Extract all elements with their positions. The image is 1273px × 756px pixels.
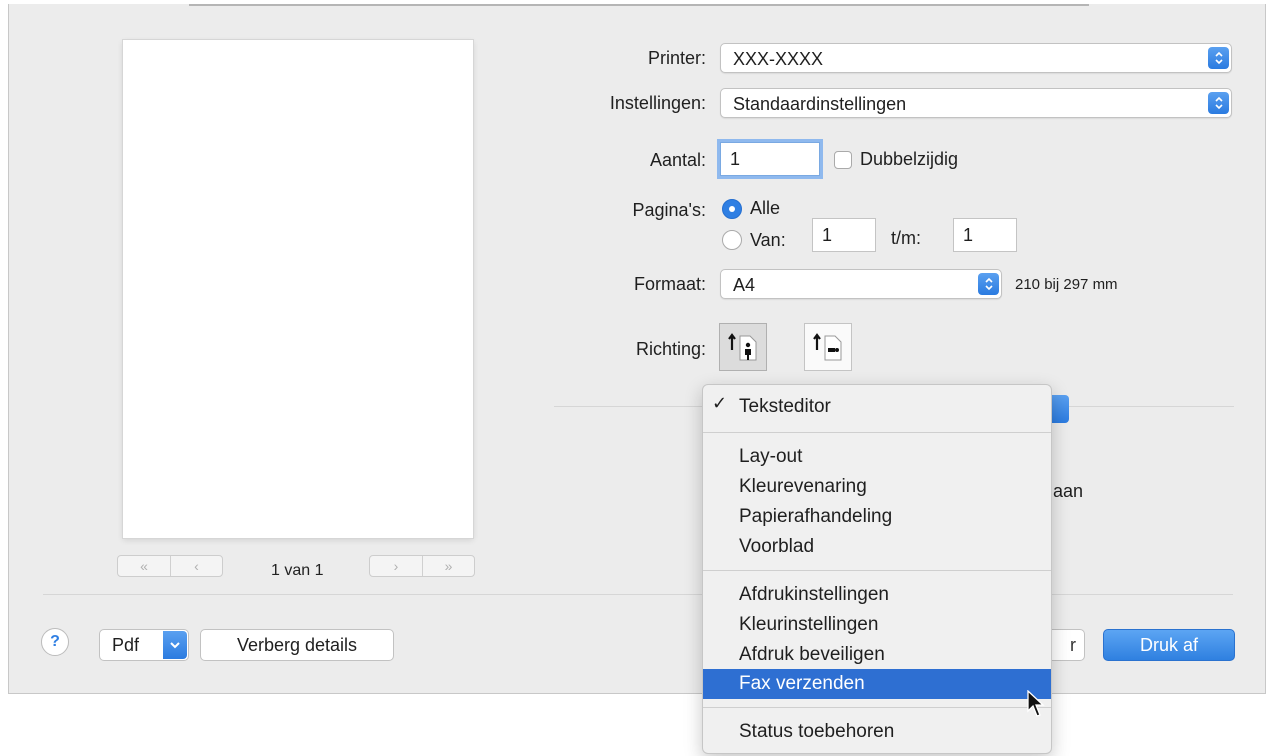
duplex-checkbox[interactable] <box>834 151 852 169</box>
app-section-popup-stepper[interactable] <box>1049 395 1069 423</box>
orientation-portrait-button[interactable] <box>719 323 767 371</box>
first-page-button[interactable]: « <box>118 556 170 576</box>
menu-item-fax-highlighted[interactable]: Fax verzenden <box>703 669 1051 699</box>
printer-label: Printer: <box>647 48 706 68</box>
menu-separator <box>703 432 1051 433</box>
printer-stepper-icon <box>1208 47 1229 69</box>
chevron-down-icon <box>163 631 187 659</box>
format-size: 210 bij 297 mm <box>1015 276 1118 293</box>
format-value: A4 <box>733 275 756 295</box>
landscape-icon <box>813 333 842 361</box>
pages-all-radio[interactable] <box>722 199 742 219</box>
previous-page-button[interactable]: ‹ <box>170 556 222 576</box>
next-page-button[interactable]: › <box>370 556 422 576</box>
duplex-label: Dubbelzijdig <box>860 149 959 169</box>
help-button[interactable]: ? <box>41 628 69 656</box>
window-top-edge <box>189 4 1089 6</box>
menu-item[interactable]: Afdrukinstellingen <box>703 580 1051 610</box>
menu-item[interactable]: Kleurevenaring <box>703 472 1051 502</box>
format-stepper-icon <box>978 273 999 295</box>
menu-separator <box>703 570 1051 571</box>
pages-to-label: t/m: <box>891 228 921 248</box>
preview-back-buttons: « ‹ <box>117 555 223 577</box>
mouse-pointer-icon <box>1027 690 1045 717</box>
presets-popup[interactable]: Standaardinstellingen <box>720 88 1232 118</box>
hide-details-button[interactable]: Verberg details <box>200 629 394 661</box>
pages-to-field[interactable] <box>953 218 1017 252</box>
menu-item[interactable]: Kleurinstellingen <box>703 610 1051 640</box>
presets-label: Instellingen: <box>609 93 706 113</box>
pdf-label: Pdf <box>112 634 140 655</box>
app-section-menu: ✓ Teksteditor Lay-out Kleurevenaring Pap… <box>702 384 1052 754</box>
preview-forward-buttons: › » <box>369 555 475 577</box>
presets-stepper-icon <box>1208 92 1229 114</box>
menu-item-teksteditor[interactable]: Teksteditor <box>703 392 1051 422</box>
pages-range-radio[interactable] <box>722 230 742 250</box>
pages-to-input[interactable] <box>954 219 1016 251</box>
pages-label: Pagina's: <box>632 200 707 220</box>
print-dialog: « ‹ 1 van 1 › » Printer: XXX-XXXX Instel… <box>8 4 1266 694</box>
portrait-icon <box>728 333 757 361</box>
page-indicator: 1 van 1 <box>271 562 324 579</box>
page-preview <box>123 40 473 538</box>
menu-separator <box>703 707 1051 708</box>
pages-from-label: Van: <box>750 230 786 250</box>
pages-from-field[interactable] <box>812 218 876 252</box>
format-popup[interactable]: A4 <box>720 269 1002 299</box>
copies-field[interactable] <box>720 142 820 176</box>
last-page-button[interactable]: » <box>422 556 474 576</box>
pdf-menu-button[interactable]: Pdf <box>99 629 189 661</box>
orientation-landscape-button[interactable] <box>804 323 852 371</box>
pages-from-input[interactable] <box>813 219 875 251</box>
menu-item-status[interactable]: Status toebehoren <box>703 717 1051 747</box>
menu-item[interactable]: Lay-out <box>703 442 1051 472</box>
printer-value: XXX-XXXX <box>733 49 824 69</box>
print-button[interactable]: Druk af <box>1103 629 1235 661</box>
format-label: Formaat: <box>633 274 706 294</box>
menu-item[interactable]: Voorblad <box>703 532 1051 562</box>
partial-option-text: aan <box>1053 481 1084 501</box>
copies-label: Aantal: <box>649 150 706 170</box>
menu-item[interactable]: Papierafhandeling <box>703 502 1051 532</box>
printer-popup[interactable]: XXX-XXXX <box>720 43 1232 73</box>
presets-value: Standaardinstellingen <box>733 94 907 114</box>
orientation-label: Richting: <box>635 339 706 359</box>
menu-item[interactable]: Afdruk beveiligen <box>703 640 1051 670</box>
pages-all-label: Alle <box>750 198 781 218</box>
copies-input[interactable] <box>721 143 819 175</box>
footer-separator <box>43 594 1233 595</box>
